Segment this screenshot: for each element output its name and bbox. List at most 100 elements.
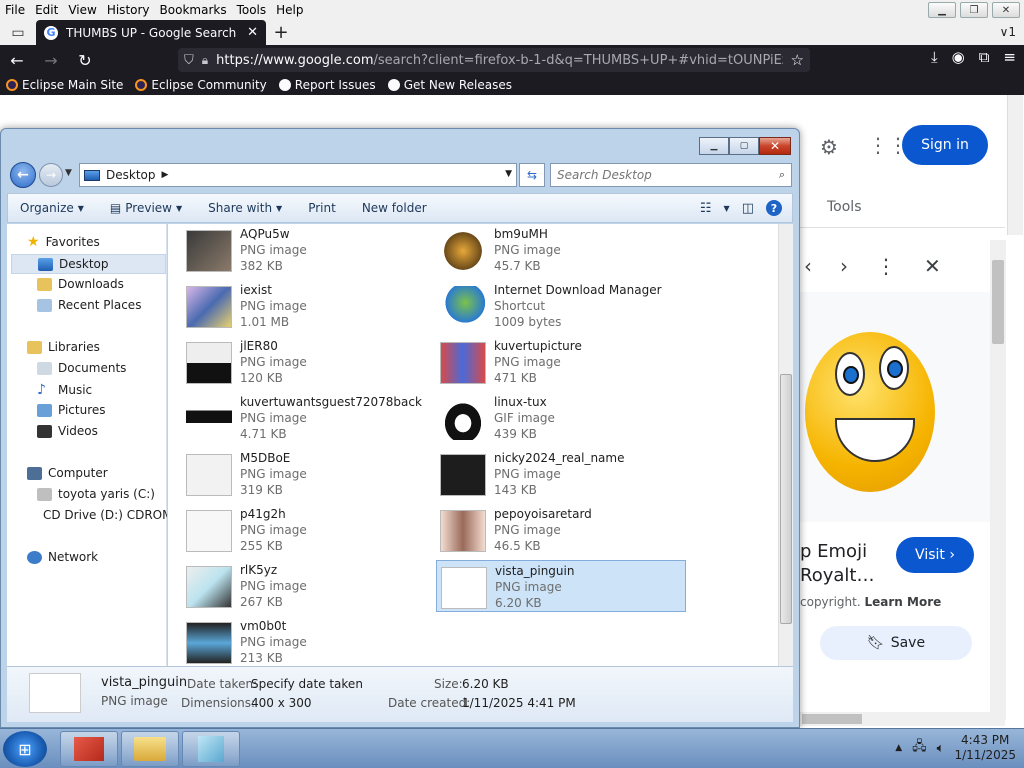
scrollbar-thumb[interactable]: [780, 374, 792, 624]
forward-arrow-icon[interactable]: →: [34, 45, 68, 75]
nav-computer[interactable]: Computer: [27, 466, 108, 480]
nav-videos[interactable]: Videos: [37, 424, 98, 438]
file-item[interactable]: linux-tux GIF image 439 KB: [436, 392, 686, 444]
more-options-icon[interactable]: ⋮: [876, 254, 896, 278]
change-view-icon[interactable]: ☷: [700, 201, 712, 216]
file-item[interactable]: rlK5yz PNG image 267 KB: [182, 560, 432, 612]
search-input[interactable]: [557, 168, 767, 182]
start-button[interactable]: ⊞: [3, 731, 47, 767]
nav-documents[interactable]: Documents: [37, 361, 126, 375]
minimize-button[interactable]: ▁: [928, 2, 956, 18]
viewer-scrollbar[interactable]: [990, 240, 1006, 720]
file-item[interactable]: iexist PNG image 1.01 MB: [182, 280, 432, 332]
hamburger-menu-icon[interactable]: ≡: [1003, 48, 1016, 66]
bookmark-get-new-releases[interactable]: Get New Releases: [387, 78, 512, 92]
save-button[interactable]: 🔖︎ Save: [820, 626, 972, 660]
new-tab-button[interactable]: +: [266, 20, 296, 45]
extensions-icon[interactable]: ⧉: [979, 48, 990, 66]
file-item-selected[interactable]: vista_pinguin PNG image 6.20 KB: [436, 560, 686, 612]
bookmark-report-issues[interactable]: Report Issues: [278, 78, 376, 92]
taskbar-app-1[interactable]: [60, 731, 118, 767]
print-button[interactable]: Print: [308, 201, 336, 215]
menu-bookmarks[interactable]: Bookmarks: [155, 0, 232, 20]
learn-more-link[interactable]: Learn More: [865, 595, 942, 609]
view-dropdown-icon[interactable]: ▼: [724, 204, 730, 213]
refresh-icon[interactable]: ⇆: [519, 163, 545, 187]
close-icon[interactable]: ✕: [924, 254, 941, 278]
date-taken-value[interactable]: Specify date taken: [251, 677, 363, 691]
address-dropdown-icon[interactable]: ▼: [505, 169, 512, 179]
file-item[interactable]: M5DBoE PNG image 319 KB: [182, 448, 432, 500]
chevron-left-icon[interactable]: ‹: [804, 254, 812, 278]
sign-in-button[interactable]: Sign in: [902, 125, 988, 165]
file-item[interactable]: jlER80 PNG image 120 KB: [182, 336, 432, 388]
file-item[interactable]: kuvertuwantsguest72078back PNG image 4.71 …: [182, 392, 432, 444]
nav-music[interactable]: ♪ Music: [37, 382, 92, 398]
menu-file[interactable]: File: [0, 0, 30, 20]
explorer-titlebar[interactable]: ▁ ▢ ✕: [1, 129, 799, 159]
help-icon[interactable]: ?: [766, 200, 782, 216]
explorer-forward-icon[interactable]: →: [39, 163, 63, 187]
file-item[interactable]: kuvertupicture PNG image 471 KB: [436, 336, 686, 388]
all-tabs-button[interactable]: ∨1: [1000, 25, 1016, 39]
preview-pane-icon[interactable]: ◫: [742, 201, 754, 216]
menu-help[interactable]: Help: [271, 0, 308, 20]
nav-network[interactable]: Network: [27, 550, 98, 564]
page-scrollbar[interactable]: [1007, 95, 1023, 235]
file-item[interactable]: bm9uMH PNG image 45.7 KB: [436, 224, 686, 276]
tab-close-icon[interactable]: ✕: [247, 25, 258, 40]
horizontal-scrollbar[interactable]: [800, 712, 1005, 726]
settings-gear-icon[interactable]: ⚙: [820, 135, 838, 159]
close-button[interactable]: ✕: [992, 2, 1020, 18]
bookmark-eclipse-main[interactable]: Eclipse Main Site: [6, 78, 123, 92]
preview-image[interactable]: [800, 292, 1005, 522]
file-item[interactable]: vm0b0t PNG image 213 KB: [182, 616, 432, 666]
organize-button[interactable]: Organize ▼: [20, 201, 84, 215]
tab-list-icon[interactable]: ▭: [0, 20, 36, 45]
shield-icon[interactable]: ⛉: [184, 53, 194, 68]
menu-edit[interactable]: Edit: [30, 0, 63, 20]
new-folder-button[interactable]: New folder: [362, 201, 427, 215]
tools-tab[interactable]: Tools: [827, 199, 862, 215]
search-icon[interactable]: ⌕: [779, 168, 785, 182]
breadcrumb-arrow-icon[interactable]: ▶: [162, 170, 169, 180]
nav-drive-d[interactable]: CD Drive (D:) CDROM: [37, 508, 167, 522]
url-bar[interactable]: ⛉ 🔒︎ https://www.google.com/search?clien…: [178, 48, 810, 72]
show-hidden-icons[interactable]: ▲: [895, 743, 902, 753]
explorer-maximize-button[interactable]: ▢: [729, 137, 759, 155]
volume-icon[interactable]: 🔈︎: [937, 741, 945, 756]
preview-button[interactable]: ▤ Preview ▼: [110, 201, 182, 215]
download-icon[interactable]: ⤓: [931, 48, 938, 66]
clock[interactable]: 4:43 PM 1/11/2025: [954, 733, 1016, 763]
result-title[interactable]: p Emoji Royalt…: [800, 540, 874, 588]
recent-pages-dropdown-icon[interactable]: ▼: [65, 168, 72, 178]
file-item[interactable]: p41g2h PNG image 255 KB: [182, 504, 432, 556]
nav-pictures[interactable]: Pictures: [37, 403, 106, 417]
file-item[interactable]: nicky2024_real_name PNG image 143 KB: [436, 448, 686, 500]
network-tray-icon[interactable]: 🖧︎: [912, 737, 927, 759]
file-item[interactable]: Internet Download Manager Shortcut 1009 by…: [436, 280, 686, 332]
restore-button[interactable]: ❐: [960, 2, 988, 18]
back-arrow-icon[interactable]: ←: [0, 45, 34, 75]
search-box[interactable]: ⌕: [550, 163, 792, 187]
nav-recent-places[interactable]: Recent Places: [37, 298, 141, 312]
nav-drive-c[interactable]: toyota yaris (C:): [37, 487, 155, 501]
taskbar-app-3[interactable]: [182, 731, 240, 767]
nav-libraries[interactable]: Libraries: [27, 340, 100, 354]
menu-view[interactable]: View: [63, 0, 101, 20]
address-bar[interactable]: Desktop ▶ ▼: [79, 163, 517, 187]
visit-button[interactable]: Visit ›: [896, 537, 974, 573]
lock-icon[interactable]: 🔒︎: [202, 53, 208, 68]
file-item[interactable]: AQPu5w PNG image 382 KB: [182, 224, 432, 276]
explorer-minimize-button[interactable]: ▁: [699, 137, 729, 155]
nav-favorites[interactable]: ★ Favorites: [27, 234, 100, 250]
url-text[interactable]: https://www.google.com/search?client=fir…: [216, 53, 782, 68]
share-with-button[interactable]: Share with ▼: [208, 201, 282, 215]
tab-google-search[interactable]: G THUMBS UP - Google Search ✕: [36, 20, 266, 45]
explorer-close-button[interactable]: ✕: [759, 137, 791, 155]
explorer-back-icon[interactable]: ←: [10, 162, 36, 188]
chevron-right-icon[interactable]: ›: [840, 254, 848, 278]
account-icon[interactable]: ◉: [952, 48, 965, 66]
taskbar-explorer[interactable]: [121, 731, 179, 767]
bookmark-eclipse-community[interactable]: Eclipse Community: [135, 78, 267, 92]
